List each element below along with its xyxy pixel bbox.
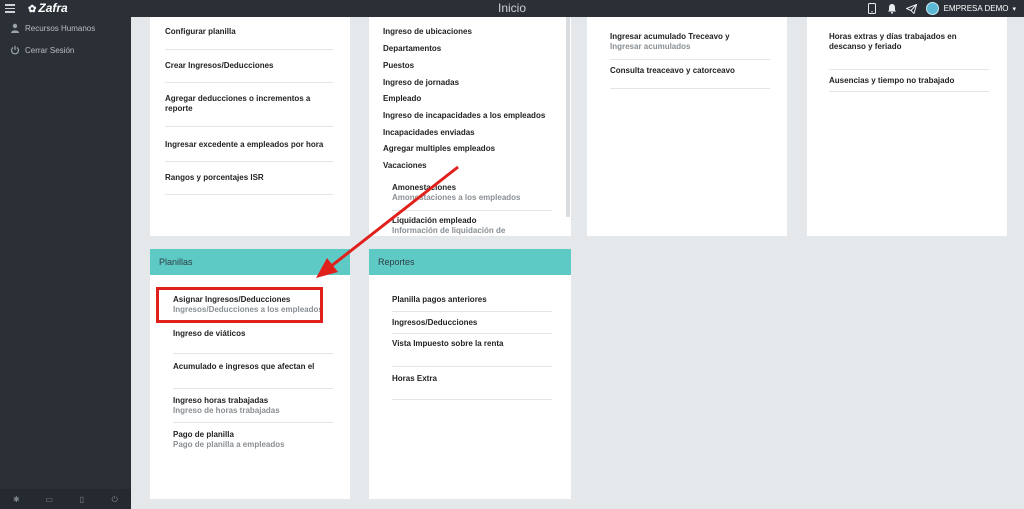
list-item[interactable]: Ingreso de incapacidades a los empleados	[383, 111, 545, 121]
list-item[interactable]: Ingreso de viáticos	[173, 329, 245, 339]
divider	[392, 333, 552, 334]
item-title: Ingreso horas trabajadas	[173, 396, 269, 405]
sidebar-item-cerrar-sesion[interactable]: Cerrar Sesión	[10, 45, 74, 55]
list-item[interactable]: Puestos	[383, 61, 414, 71]
mobile-icon[interactable]	[866, 3, 878, 15]
list-item[interactable]: Incapacidades enviadas	[383, 128, 475, 138]
user-icon	[10, 23, 20, 33]
list-item[interactable]: Vista Impuesto sobre la renta	[392, 339, 503, 349]
power-icon	[10, 45, 20, 55]
item-subtitle: Pago de planilla a empleados	[173, 440, 285, 449]
item-title: Amonestaciones	[392, 183, 457, 192]
list-item[interactable]: Planilla pagos anteriores	[392, 295, 487, 305]
divider	[392, 399, 552, 400]
list-item[interactable]: Crear Ingresos/Deducciones	[165, 61, 273, 71]
divider	[173, 422, 333, 423]
divider	[173, 353, 333, 354]
list-item[interactable]: Empleado	[383, 94, 421, 104]
list-item[interactable]: Ingresar excedente a empleados por hora	[165, 140, 323, 150]
divider	[165, 49, 333, 50]
divider	[165, 126, 333, 127]
bell-icon[interactable]	[886, 3, 898, 15]
card-horas-extras: Horas extras y días trabajados en descan…	[807, 17, 1007, 236]
list-item[interactable]: Horas Extra	[392, 374, 437, 384]
divider	[610, 59, 770, 60]
list-item[interactable]: Ingreso de jornadas	[383, 78, 459, 88]
list-item[interactable]: Ingreso horas trabajadas Ingreso de hora…	[173, 396, 280, 416]
scrollbar[interactable]	[566, 17, 570, 217]
divider	[165, 161, 333, 162]
item-title: Pago de planilla	[173, 430, 234, 439]
divider	[173, 388, 333, 389]
list-item[interactable]: Amonestaciones Amonestaciones a los empl…	[392, 183, 521, 203]
highlight-box	[156, 287, 323, 323]
divider	[392, 210, 552, 211]
card-reportes: Reportes Planilla pagos anteriores Ingre…	[369, 249, 571, 499]
divider	[165, 194, 333, 195]
list-item[interactable]: Horas extras y días trabajados en descan…	[829, 32, 959, 52]
sidebar-item-label: Recursos Humanos	[25, 23, 96, 33]
item-subtitle: Ingresar acumulados	[610, 42, 691, 51]
item-title: Liquidación empleado	[392, 216, 477, 225]
send-icon[interactable]	[906, 3, 918, 15]
list-item[interactable]: Ausencias y tiempo no trabajado	[829, 76, 954, 86]
divider	[829, 69, 989, 70]
divider	[610, 88, 770, 89]
list-item[interactable]: Agregar deducciones o incrementos a repo…	[165, 94, 325, 114]
list-item[interactable]: Rangos y porcentajes ISR	[165, 173, 264, 183]
divider	[165, 82, 333, 83]
avatar[interactable]	[925, 2, 939, 15]
list-item[interactable]: Agregar multiples empleados	[383, 144, 495, 154]
top-icons: EMPRESA DEMO ▾	[866, 0, 1024, 17]
company-name[interactable]: EMPRESA DEMO	[944, 4, 1009, 13]
card-header: Planillas	[150, 249, 350, 275]
list-item[interactable]: Configurar planilla	[165, 27, 236, 37]
card-header: Reportes	[369, 249, 571, 275]
list-item[interactable]: Vacaciones	[383, 161, 427, 171]
item-subtitle: Amonestaciones a los empleados	[392, 193, 521, 202]
list-item[interactable]: Liquidación empleado Información de liqu…	[392, 216, 505, 236]
list-item[interactable]: Departamentos	[383, 44, 441, 54]
list-item[interactable]: Acumulado e ingresos que afectan el	[173, 362, 314, 372]
sidebar: Recursos Humanos Cerrar Sesión ✱ ▭ ▯ ⏻	[0, 17, 131, 509]
sidebar-footer: ✱ ▭ ▯ ⏻	[0, 489, 131, 509]
chevron-down-icon[interactable]: ▾	[1012, 5, 1016, 13]
card-empleados: Ingreso de ubicaciones Departamentos Pue…	[369, 17, 571, 236]
list-item[interactable]: Consulta treaceavo y catorceavo	[610, 66, 735, 76]
list-item[interactable]: Ingreso de ubicaciones	[383, 27, 472, 37]
lock-icon[interactable]: ▯	[77, 495, 86, 504]
item-subtitle: Información de liquidación de	[392, 226, 506, 235]
item-title: Ingresar acumulado Treceavo y	[610, 32, 730, 41]
list-item[interactable]: Pago de planilla Pago de planilla a empl…	[173, 430, 285, 450]
power-icon[interactable]: ⏻	[110, 495, 119, 504]
item-subtitle: Ingreso de horas trabajadas	[173, 406, 280, 415]
divider	[829, 91, 989, 92]
top-bar: ✿ Zafra Inicio EMPRESA DEMO ▾	[0, 0, 1024, 17]
divider	[392, 366, 552, 367]
list-item[interactable]: Ingresos/Deducciones	[392, 318, 477, 328]
card-configuracion: Configurar planilla Crear Ingresos/Deduc…	[150, 17, 350, 236]
window-icon[interactable]: ▭	[45, 495, 54, 504]
divider	[392, 311, 552, 312]
list-item[interactable]: Ingresar acumulado Treceavo y Ingresar a…	[610, 32, 730, 52]
sidebar-item-recursos-humanos[interactable]: Recursos Humanos	[10, 23, 95, 33]
card-treceavo: Ingresar acumulado Treceavo y Ingresar a…	[587, 17, 787, 236]
sidebar-item-label: Cerrar Sesión	[25, 45, 75, 55]
gear-icon[interactable]: ✱	[12, 495, 21, 504]
